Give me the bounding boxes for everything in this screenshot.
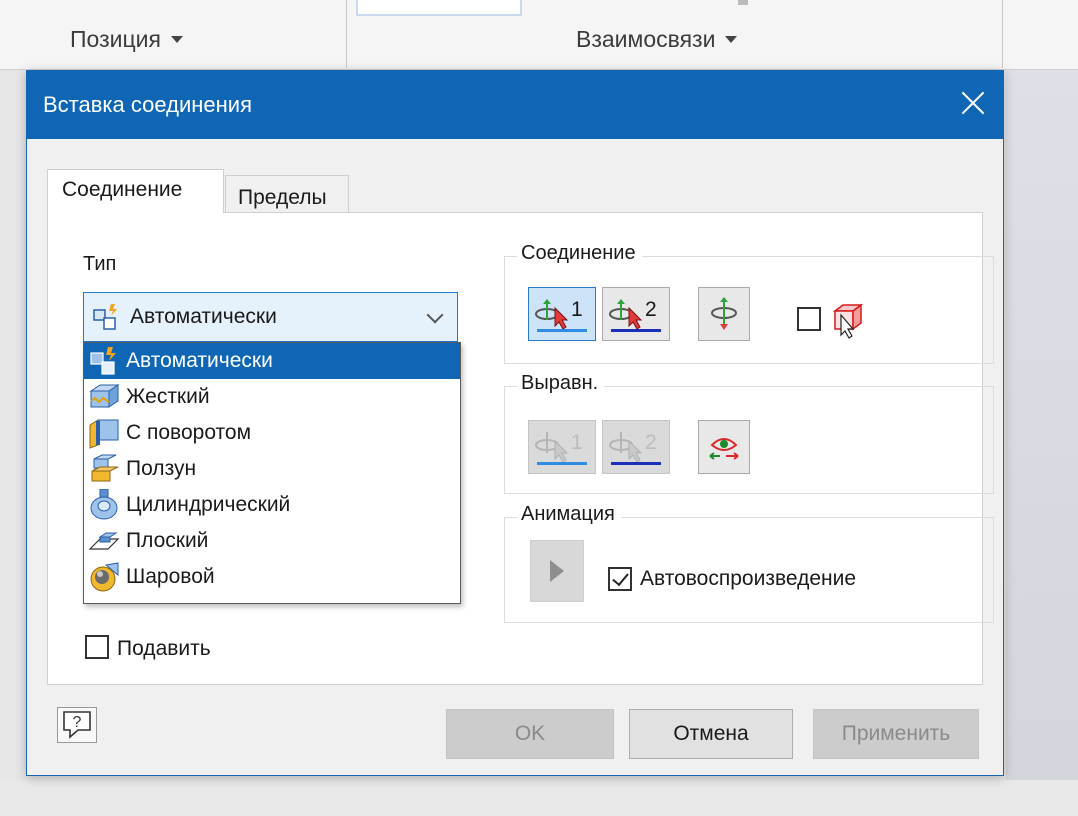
tab-connection[interactable]: Соединение (47, 169, 224, 213)
canvas-right-area (1006, 70, 1078, 816)
align-select-icon (535, 432, 569, 463)
dialog-titlebar[interactable]: Вставка соединения (27, 71, 1003, 139)
rotational-joint-icon (89, 419, 119, 449)
flip-align-button[interactable] (698, 420, 750, 474)
flip-icon (711, 297, 737, 330)
auto-joint-icon (90, 347, 116, 375)
ribbon-mini-marker (738, 0, 748, 5)
autoplay-label: Автовоспроизведение (640, 567, 857, 590)
ok-button-label: OK (514, 722, 546, 745)
origin-2-number: 2 (645, 298, 657, 321)
apply-button-label: Применить (841, 722, 951, 745)
align-2-number: 2 (645, 431, 657, 454)
animation-group-title: Анимация (517, 503, 621, 526)
connection-group-title: Соединение (517, 242, 642, 265)
ribbon: Позиция Взаимосвязи (0, 0, 1078, 70)
connection-origin-1-button[interactable]: 1 (528, 287, 596, 341)
joint-type-option-cylindrical[interactable]: Цилиндрический (84, 487, 460, 523)
joint-type-combobox[interactable]: Автоматически (83, 292, 458, 342)
planar-joint-icon (88, 532, 120, 550)
caret-down-icon (725, 36, 738, 43)
help-icon: ? (63, 711, 91, 739)
flip-component-button[interactable] (698, 287, 750, 341)
play-animation-button[interactable] (530, 540, 584, 602)
align-2-underline (611, 462, 661, 465)
origin-1-underline (537, 329, 587, 332)
rigid-joint-icon (89, 384, 120, 408)
autoplay-checkbox[interactable] (608, 567, 632, 591)
ball-joint-icon (90, 562, 119, 592)
joint-type-option-rotational[interactable]: С поворотом (84, 415, 460, 451)
connection-origin-2-button[interactable]: 2 (602, 287, 670, 341)
cancel-button[interactable]: Отмена (629, 709, 793, 759)
ribbon-panel-relations[interactable]: Взаимосвязи (576, 26, 738, 53)
ribbon-separator (1002, 0, 1003, 68)
flip-align-icon (709, 438, 739, 460)
place-joint-dialog: Вставка соединения Соединение Пределы Ти… (26, 70, 1004, 776)
joint-type-option-slider[interactable]: Ползун (84, 451, 460, 487)
ribbon-gallery[interactable] (356, 0, 522, 16)
align-2-button[interactable]: 2 (602, 420, 670, 474)
origin-select-icon (535, 299, 569, 330)
joint-type-option-planar[interactable]: Плоский (84, 523, 460, 559)
apply-button[interactable]: Применить (813, 709, 979, 759)
dialog-title: Вставка соединения (43, 92, 252, 117)
canvas-bottom-area (0, 780, 1078, 816)
align-group-title: Выравн. (517, 372, 605, 395)
origin-2-underline (611, 329, 661, 332)
suppress-checkbox[interactable] (85, 635, 109, 659)
joint-type-option-rigid[interactable]: Жесткий (84, 379, 460, 415)
joint-type-option-ball[interactable]: Шаровой (84, 559, 460, 595)
joint-type-option-label: Жесткий (126, 385, 210, 408)
origin-1-number: 1 (571, 298, 583, 321)
ribbon-panel-position-label: Позиция (70, 26, 161, 52)
joint-type-option-label: Плоский (126, 529, 209, 552)
joint-type-dropdown: Автоматически Жесткий С поворотом Ползун… (83, 342, 461, 604)
suppress-label: Подавить (117, 637, 211, 660)
ok-button[interactable]: OK (446, 709, 614, 759)
align-1-number: 1 (571, 431, 583, 454)
origin-select-icon (609, 299, 643, 330)
show-component-checkbox[interactable] (797, 307, 821, 331)
joint-type-option-auto[interactable]: Автоматически (84, 343, 460, 379)
joint-type-option-label: С поворотом (126, 421, 252, 444)
ribbon-panel-relations-label: Взаимосвязи (576, 26, 716, 52)
align-1-underline (537, 462, 587, 465)
joint-type-value: Автоматически (130, 305, 277, 328)
chevron-down-icon (426, 306, 444, 324)
cancel-button-label: Отмена (673, 722, 749, 745)
align-1-button[interactable]: 1 (528, 420, 596, 474)
type-label: Тип (83, 253, 117, 275)
component-visibility-icon (832, 303, 864, 339)
joint-type-option-label: Ползун (126, 457, 197, 480)
cylindrical-joint-icon (90, 489, 118, 520)
joint-type-option-label: Шаровой (126, 565, 215, 588)
auto-joint-icon (93, 304, 117, 330)
joint-type-option-label: Автоматически (126, 349, 273, 372)
ribbon-panel-position[interactable]: Позиция (70, 26, 183, 53)
align-select-icon (609, 432, 643, 463)
svg-text:?: ? (73, 714, 82, 731)
help-button[interactable]: ? (57, 707, 97, 743)
caret-down-icon (170, 36, 183, 43)
tab-connection-label: Соединение (62, 178, 183, 201)
tab-limits[interactable]: Пределы (225, 175, 349, 213)
slider-joint-icon (91, 454, 119, 482)
ribbon-separator (346, 0, 347, 68)
joint-type-option-label: Цилиндрический (126, 493, 291, 516)
close-icon[interactable] (955, 85, 991, 121)
tab-limits-label: Пределы (238, 186, 327, 209)
